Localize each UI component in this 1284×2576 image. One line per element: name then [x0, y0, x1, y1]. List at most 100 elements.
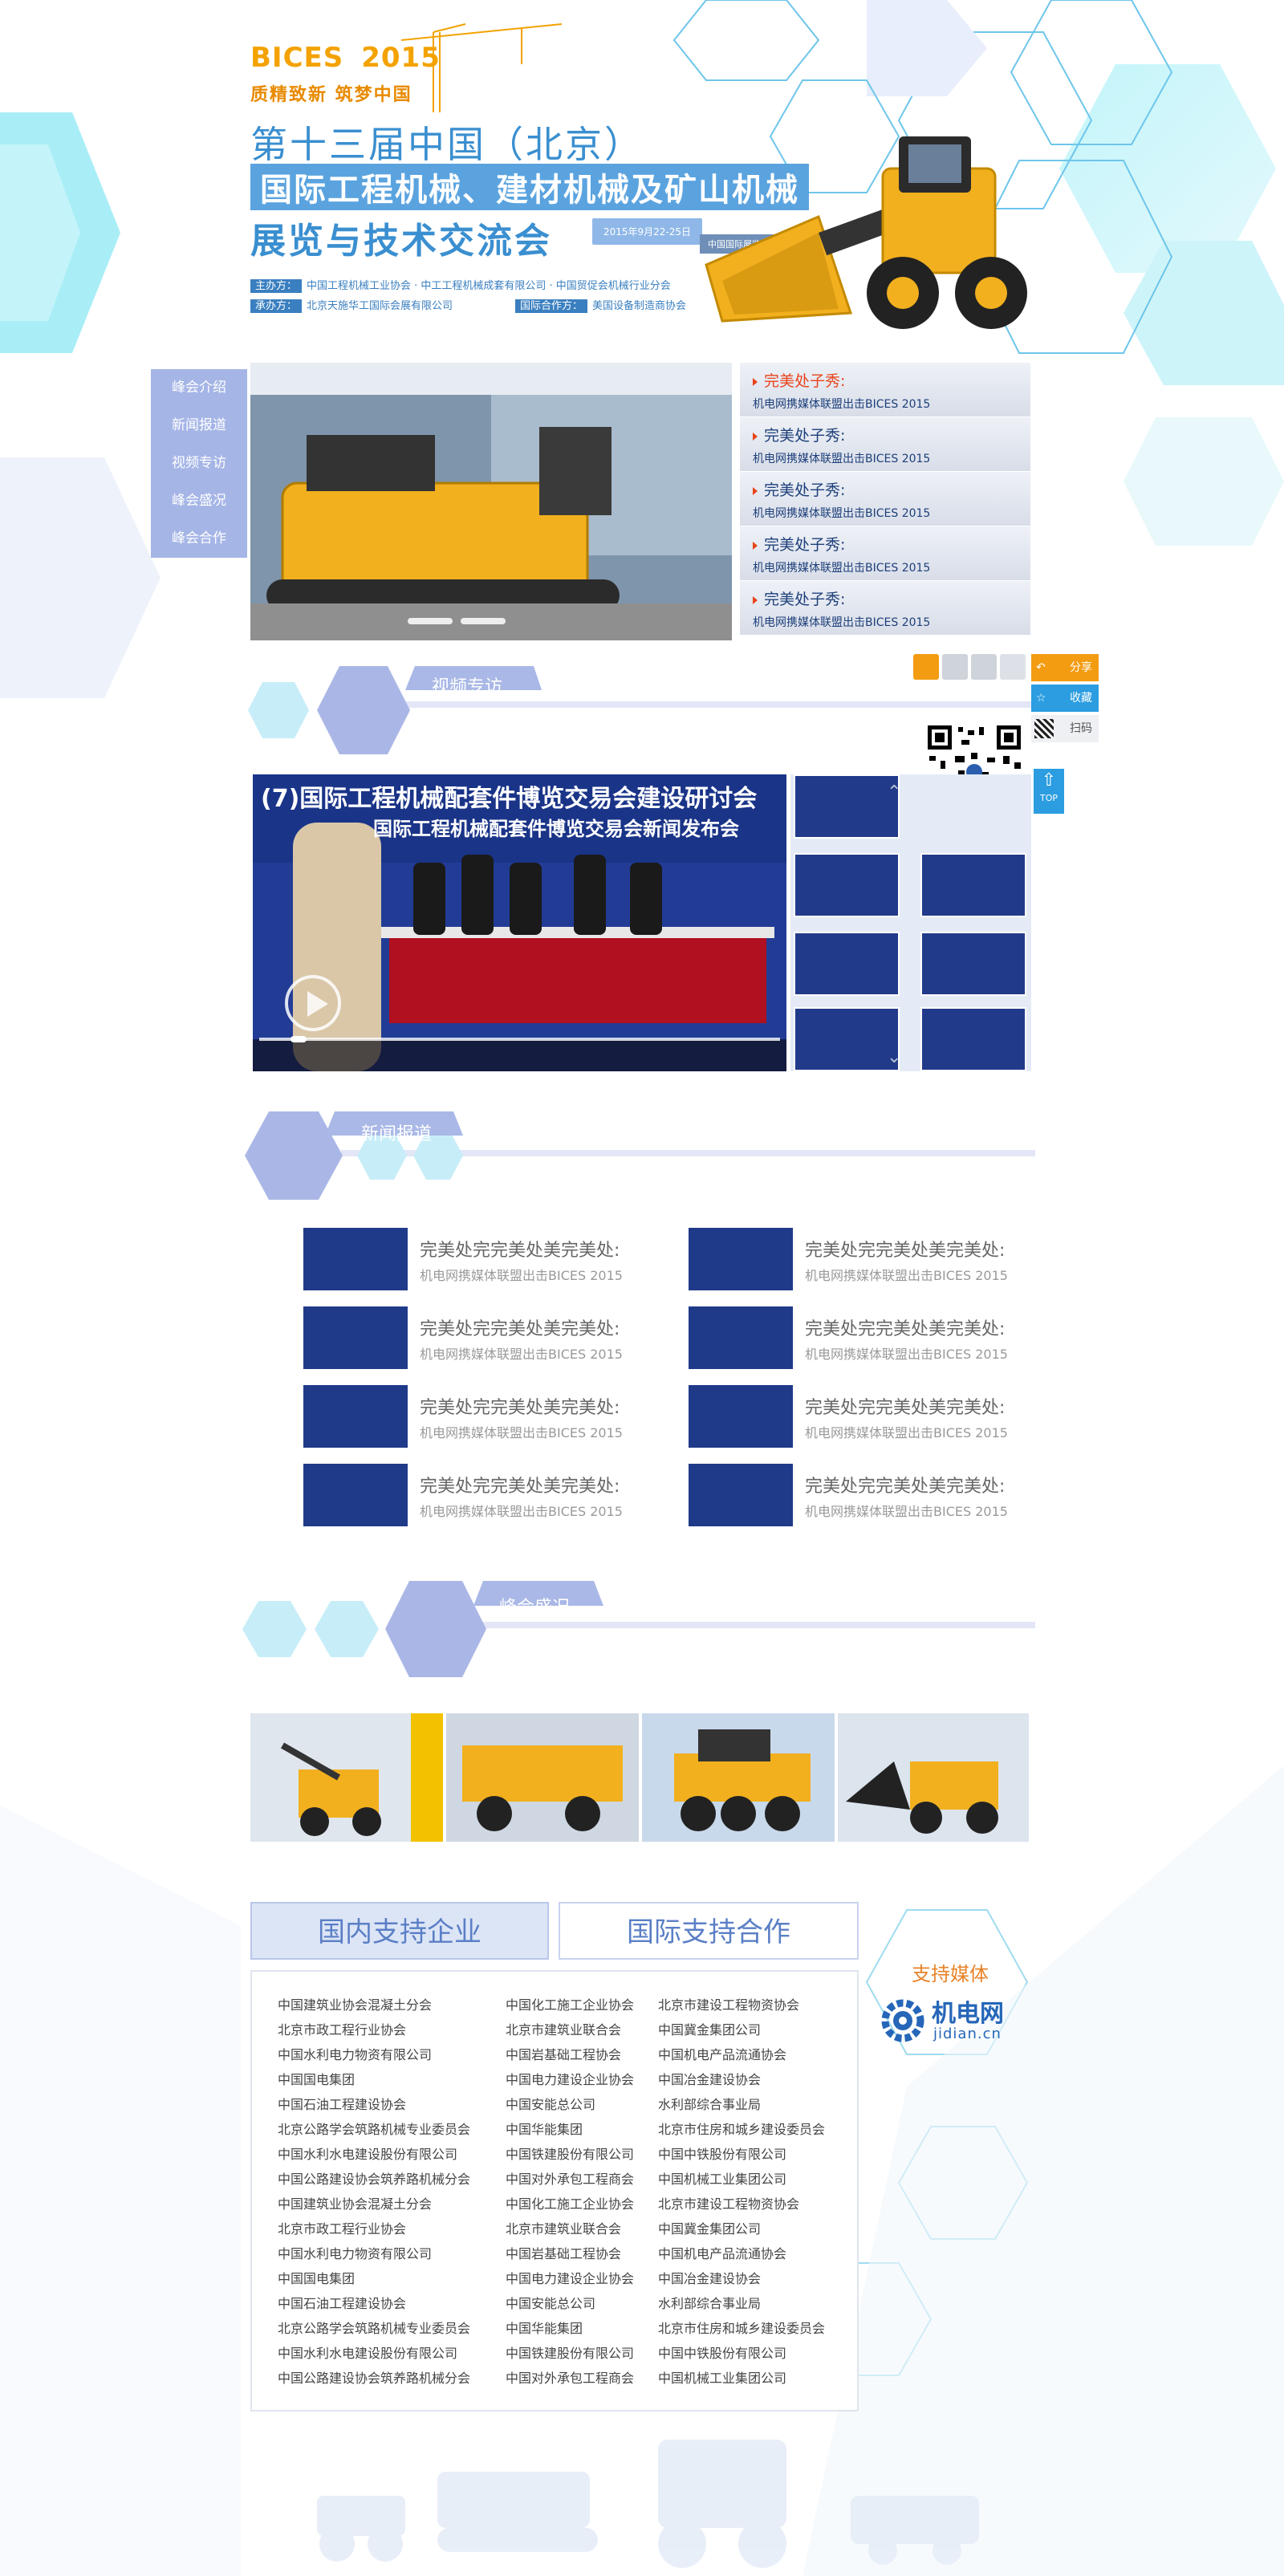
supporter-item[interactable]: 中国机械工业集团公司 [658, 2167, 825, 2192]
supporter-item[interactable]: 中国建筑业协会混凝土分会 [278, 1993, 470, 2017]
video-thumbnail[interactable] [794, 1007, 900, 1071]
featured-news-sub: 机电网携媒体联盟出击BICES 2015 [753, 507, 931, 520]
supporter-item[interactable]: 中国水利水电建设股份有限公司 [278, 2341, 470, 2366]
supporter-item[interactable]: 北京市住房和城乡建设委员会 [658, 2316, 825, 2341]
video-thumbnail[interactable] [920, 932, 1026, 996]
arrow-right-icon [753, 377, 758, 386]
video-thumbnail[interactable] [794, 853, 900, 917]
supporter-item[interactable]: 中国对外承包工程商会 [506, 2366, 634, 2391]
featured-news-item[interactable]: 完美处子秀: 机电网携媒体联盟出击BICES 2015 [740, 363, 1030, 417]
supporter-item[interactable]: 中国建筑业协会混凝土分会 [278, 2192, 470, 2216]
supporter-item[interactable]: 中国水利电力物资有限公司 [278, 2241, 470, 2266]
chevron-up-icon[interactable]: ⌃ [887, 782, 901, 802]
supporter-item[interactable]: 中国电力建设企业协会 [506, 2067, 634, 2092]
nav-item-news[interactable]: 新闻报道 [151, 407, 247, 445]
video-progress-track[interactable] [259, 1038, 780, 1041]
news-card[interactable]: 完美处完完美处美完美处: 机电网携媒体联盟出击BICES 2015 [689, 1464, 1050, 1528]
video-thumbnail[interactable] [794, 774, 900, 839]
supporter-item[interactable]: 北京公路学会筑路机械专业委员会 [278, 2117, 470, 2142]
supporter-item[interactable]: 中国冀金集团公司 [658, 2017, 825, 2042]
supporter-item[interactable]: 中国国电集团 [278, 2266, 470, 2291]
supporter-item[interactable]: 中国华能集团 [506, 2316, 634, 2341]
supporter-item[interactable]: 中国冶金建设协会 [658, 2067, 825, 2092]
supporter-item[interactable]: 中国石油工程建设协会 [278, 2291, 470, 2316]
supporter-item[interactable]: 中国华能集团 [506, 2117, 634, 2142]
supporter-item[interactable]: 中国铁建股份有限公司 [506, 2341, 634, 2366]
tab-domestic-supporters[interactable]: 国内支持企业 [250, 1902, 549, 1960]
supporter-item[interactable]: 北京市建筑业联合会 [506, 2017, 634, 2042]
news-card[interactable]: 完美处完完美处美完美处: 机电网携媒体联盟出击BICES 2015 [303, 1464, 664, 1528]
jidian-logo[interactable]: 机电网 jidian.cn [879, 1992, 1015, 2048]
main-slider[interactable] [250, 363, 732, 640]
gallery-photo-roller[interactable] [642, 1713, 835, 1842]
supporter-item[interactable]: 中国冶金建设协会 [658, 2266, 825, 2291]
supporter-item[interactable]: 中国机电产品流通协会 [658, 2042, 825, 2067]
supporter-item[interactable]: 中国冀金集团公司 [658, 2216, 825, 2241]
news-card[interactable]: 完美处完完美处美完美处: 机电网携媒体联盟出击BICES 2015 [303, 1228, 664, 1292]
video-player[interactable]: (7)国际工程机械配套件博览交易会建设研讨会 国际工程机械配套件博览交易会新闻发… [253, 774, 786, 1071]
supporter-item[interactable]: 中国安能总公司 [506, 2291, 634, 2316]
news-title: 完美处完完美处美完美处: [805, 1398, 1006, 1418]
supporter-item[interactable]: 中国中铁股份有限公司 [658, 2142, 825, 2167]
supporter-item[interactable]: 北京公路学会筑路机械专业委员会 [278, 2316, 470, 2341]
supporter-item[interactable]: 中国国电集团 [278, 2067, 470, 2092]
news-card[interactable]: 完美处完完美处美完美处: 机电网携媒体联盟出击BICES 2015 [689, 1385, 1050, 1449]
favorite-button[interactable]: ☆ 收藏 [1031, 685, 1099, 712]
slider-dot[interactable] [408, 618, 453, 624]
gallery-photo-dump-truck[interactable] [446, 1713, 639, 1842]
supporter-item[interactable]: 中国化工施工企业协会 [506, 2192, 634, 2216]
supporter-item[interactable]: 中国机械工业集团公司 [658, 2366, 825, 2391]
supporter-item[interactable]: 中国中铁股份有限公司 [658, 2341, 825, 2366]
supporter-item[interactable]: 中国石油工程建设协会 [278, 2092, 470, 2117]
supporter-item[interactable]: 中国水利电力物资有限公司 [278, 2042, 470, 2067]
news-card[interactable]: 完美处完完美处美完美处: 机电网携媒体联盟出击BICES 2015 [689, 1228, 1050, 1292]
nav-item-gallery[interactable]: 峰会盛况 [151, 482, 247, 520]
back-to-top-button[interactable]: ⇧ TOP [1034, 769, 1064, 814]
supporter-item[interactable]: 北京市政工程行业协会 [278, 2017, 470, 2042]
tab-international-supporters[interactable]: 国际支持合作 [559, 1902, 859, 1960]
supporter-item[interactable]: 中国铁建股份有限公司 [506, 2142, 634, 2167]
supporter-item[interactable]: 中国公路建设协会筑养路机械分会 [278, 2167, 470, 2192]
nav-item-video[interactable]: 视频专访 [151, 445, 247, 482]
supporter-item[interactable]: 中国公路建设协会筑养路机械分会 [278, 2366, 470, 2391]
featured-news-item[interactable]: 完美处子秀: 机电网携媒体联盟出击BICES 2015 [740, 526, 1030, 581]
supporter-item[interactable]: 中国电力建设企业协会 [506, 2266, 634, 2291]
news-card[interactable]: 完美处完完美处美完美处: 机电网携媒体联盟出击BICES 2015 [689, 1306, 1050, 1371]
video-thumbnail[interactable] [920, 853, 1026, 917]
supporter-item[interactable]: 中国对外承包工程商会 [506, 2167, 634, 2192]
supporter-item[interactable]: 中国岩基础工程协会 [506, 2042, 634, 2067]
scan-qr-button[interactable]: 扫码 [1031, 715, 1099, 742]
play-icon[interactable] [285, 975, 341, 1031]
news-title: 完美处完完美处美完美处: [420, 1398, 620, 1418]
nav-item-cooperation[interactable]: 峰会合作 [151, 520, 247, 558]
nav-item-intro[interactable]: 峰会介绍 [151, 369, 247, 407]
media-domain: jidian.cn [933, 2025, 1002, 2042]
chevron-down-icon[interactable]: ⌄ [887, 1047, 901, 1067]
video-progress-handle[interactable] [290, 1036, 307, 1042]
supporter-item[interactable]: 北京市住房和城乡建设委员会 [658, 2117, 825, 2142]
video-thumbnail-list: ⌃ ⌄ [790, 774, 1031, 1071]
supporter-item[interactable]: 北京市建设工程物资协会 [658, 1993, 825, 2017]
video-thumbnail[interactable] [794, 932, 900, 996]
slider-dot[interactable] [461, 618, 506, 624]
share-button[interactable]: ↶ 分享 [1031, 654, 1099, 681]
supporter-item[interactable]: 北京市政工程行业协会 [278, 2216, 470, 2241]
featured-news-item[interactable]: 完美处子秀: 机电网携媒体联盟出击BICES 2015 [740, 417, 1030, 472]
featured-news-item[interactable]: 完美处子秀: 机电网携媒体联盟出击BICES 2015 [740, 581, 1030, 636]
supporter-item[interactable]: 中国岩基础工程协会 [506, 2241, 634, 2266]
supporter-item[interactable]: 中国水利水电建设股份有限公司 [278, 2142, 470, 2167]
intl-partner-text: 美国设备制造商协会 [592, 300, 687, 312]
supporter-item[interactable]: 北京市建筑业联合会 [506, 2216, 634, 2241]
news-card[interactable]: 完美处完完美处美完美处: 机电网携媒体联盟出击BICES 2015 [303, 1385, 664, 1449]
gallery-photo-backhoe[interactable] [250, 1713, 443, 1842]
supporter-item[interactable]: 水利部综合事业局 [658, 2092, 825, 2117]
video-thumbnail[interactable] [920, 1007, 1026, 1071]
supporter-item[interactable]: 中国化工施工企业协会 [506, 1993, 634, 2017]
gallery-photo-loader[interactable] [838, 1713, 1029, 1842]
featured-news-item[interactable]: 完美处子秀: 机电网携媒体联盟出击BICES 2015 [740, 472, 1030, 526]
supporter-item[interactable]: 中国机电产品流通协会 [658, 2241, 825, 2266]
supporter-item[interactable]: 中国安能总公司 [506, 2092, 634, 2117]
news-card[interactable]: 完美处完完美处美完美处: 机电网携媒体联盟出击BICES 2015 [303, 1306, 664, 1371]
supporter-item[interactable]: 北京市建设工程物资协会 [658, 2192, 825, 2216]
supporter-item[interactable]: 水利部综合事业局 [658, 2291, 825, 2316]
